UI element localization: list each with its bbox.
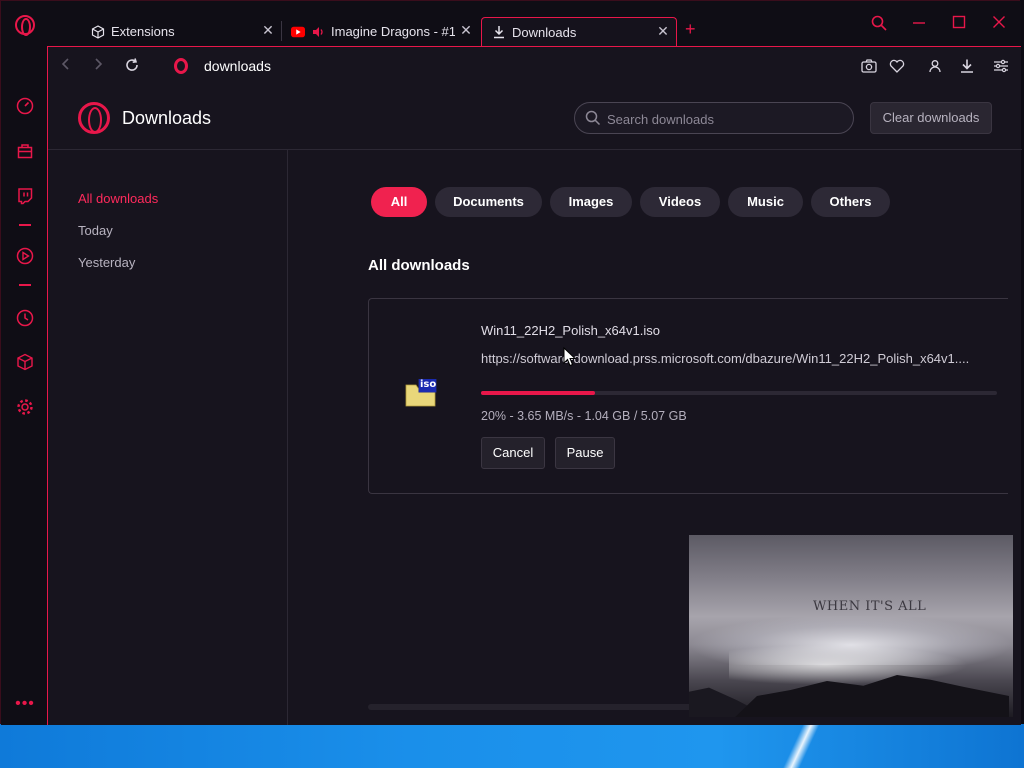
download-icon <box>492 25 506 39</box>
sidebar-divider <box>19 224 31 226</box>
twitch-icon[interactable] <box>15 186 35 206</box>
close-icon[interactable]: ✕ <box>459 23 473 37</box>
close-icon[interactable]: ✕ <box>656 24 670 38</box>
downloads-toolbar-icon[interactable] <box>958 57 976 75</box>
cube-icon <box>91 24 105 39</box>
browser-window: Extensions ✕ Imagine Dragons - #1 ( ✕ Do… <box>0 0 1022 725</box>
close-window-icon[interactable] <box>989 15 1009 34</box>
opera-logo-icon <box>78 102 110 134</box>
filter-documents[interactable]: Documents <box>435 187 542 217</box>
page-header: Downloads Clear downloads <box>48 86 1022 150</box>
video-caption: WHEN IT'S ALL <box>813 599 927 614</box>
sidebar-item-all-downloads[interactable]: All downloads <box>78 191 158 206</box>
cancel-button[interactable]: Cancel <box>481 437 545 469</box>
file-icon-label: iso <box>420 379 437 390</box>
easy-setup-icon[interactable] <box>992 57 1010 75</box>
opera-menu-icon[interactable] <box>15 15 35 36</box>
tab-downloads[interactable]: Downloads ✕ <box>481 17 677 46</box>
desktop-light-streak <box>770 724 830 768</box>
pause-button[interactable]: Pause <box>555 437 615 469</box>
filter-images[interactable]: Images <box>550 187 632 217</box>
desktop-background <box>0 724 1024 768</box>
download-url[interactable]: https://software-download.prss.microsoft… <box>481 351 981 366</box>
account-icon[interactable] <box>926 57 944 75</box>
tab-extensions[interactable]: Extensions ✕ <box>81 17 281 46</box>
filter-videos[interactable]: Videos <box>640 187 720 217</box>
address-input[interactable]: downloads <box>204 58 271 74</box>
opera-page-icon <box>174 58 188 74</box>
tab-label: Downloads <box>512 24 577 40</box>
speed-dial-icon[interactable] <box>15 96 35 116</box>
download-status: 20% - 3.65 MB/s - 1.04 GB / 5.07 GB <box>481 409 687 423</box>
clear-downloads-button[interactable]: Clear downloads <box>870 102 992 134</box>
opera-sidebar: ••• <box>1 46 47 725</box>
mouse-cursor-icon <box>563 346 577 367</box>
more-options-icon[interactable]: ••• <box>15 694 35 714</box>
extensions-cube-icon[interactable] <box>15 352 35 372</box>
tab-label: Extensions <box>111 24 175 39</box>
video-popout[interactable]: WHEN IT'S ALL <box>689 535 1013 717</box>
close-icon[interactable]: ✕ <box>261 23 275 37</box>
tab-label: Imagine Dragons - #1 ( <box>331 24 455 39</box>
settings-gear-icon[interactable] <box>15 397 35 417</box>
screen: { "tabs": [ {"label": "Extensions", "ico… <box>0 0 1024 768</box>
filter-all[interactable]: All <box>371 187 427 217</box>
download-item: iso Win11_22H2_Polish_x64v1.iso https://… <box>368 298 1008 494</box>
sidebar-divider <box>19 284 31 286</box>
new-tab-plus-icon[interactable]: + <box>685 19 696 40</box>
page-title: Downloads <box>122 108 212 128</box>
sidebar-item-today[interactable]: Today <box>78 223 113 238</box>
tab-youtube[interactable]: Imagine Dragons - #1 ( ✕ <box>281 17 479 46</box>
back-icon[interactable] <box>56 57 76 77</box>
address-bar: downloads <box>47 46 1021 86</box>
youtube-icon <box>291 25 305 39</box>
sidebar-item-yesterday[interactable]: Yesterday <box>78 255 135 270</box>
forward-icon[interactable] <box>88 57 108 77</box>
player-icon[interactable] <box>15 246 35 266</box>
shopping-bag-icon[interactable] <box>15 141 35 161</box>
search-box[interactable] <box>574 102 854 134</box>
download-filename[interactable]: Win11_22H2_Polish_x64v1.iso <box>481 323 660 338</box>
filter-others[interactable]: Others <box>811 187 890 217</box>
video-frame-wave <box>729 645 969 685</box>
history-clock-icon[interactable] <box>15 308 35 328</box>
download-progress-bar <box>481 391 997 395</box>
tab-strip: Extensions ✕ Imagine Dragons - #1 ( ✕ Do… <box>1 1 1021 46</box>
section-title: All downloads <box>368 257 470 274</box>
search-input[interactable] <box>607 109 847 129</box>
reload-icon[interactable] <box>122 57 142 77</box>
snapshot-camera-icon[interactable] <box>860 57 878 75</box>
speaker-icon[interactable] <box>311 25 325 39</box>
filter-music[interactable]: Music <box>728 187 803 217</box>
search-icon <box>585 110 601 126</box>
downloads-sidebar: All downloads Today Yesterday <box>48 150 288 725</box>
maximize-icon[interactable] <box>949 15 969 34</box>
search-tabs-icon[interactable] <box>869 15 889 36</box>
download-progress-fill <box>481 391 595 395</box>
iso-file-icon: iso <box>405 378 437 407</box>
minimize-icon[interactable] <box>909 15 929 34</box>
bookmark-heart-icon[interactable] <box>888 57 906 75</box>
